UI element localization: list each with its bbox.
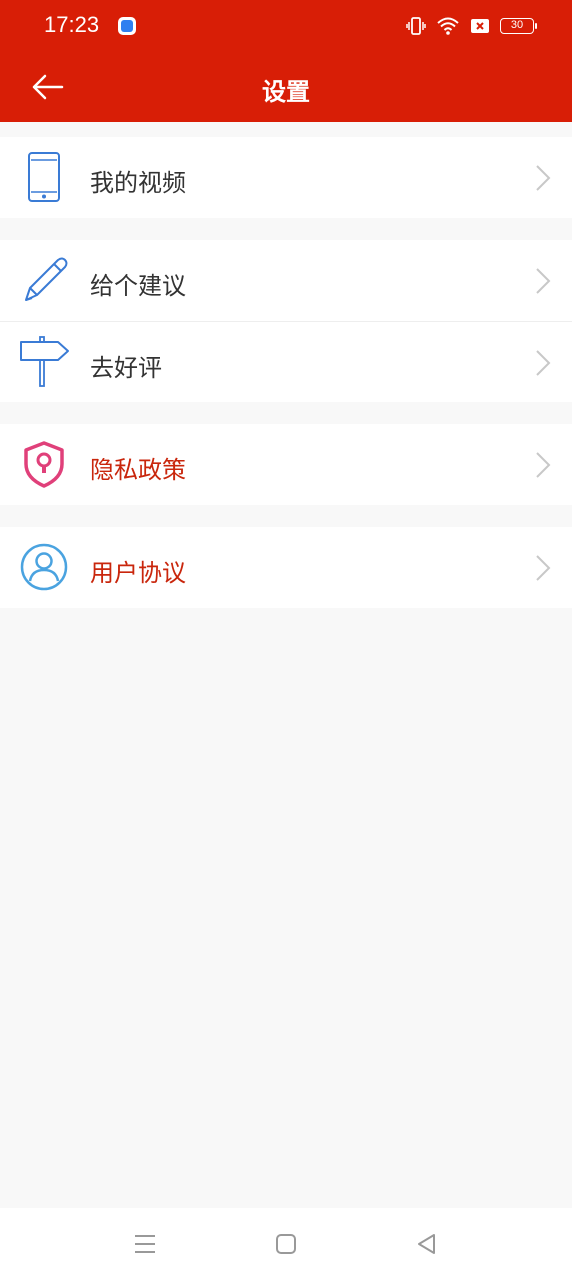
home-icon[interactable] <box>272 1230 300 1258</box>
notification-app-icon <box>118 17 136 35</box>
menu-icon[interactable] <box>131 1230 159 1258</box>
app-bar: 设置 <box>0 52 572 122</box>
settings-item-label: 隐私政策 <box>90 456 186 484</box>
settings-item-label: 我的视频 <box>90 169 186 197</box>
settings-group-feedback: 给个建议 去好评 <box>0 240 572 402</box>
sim-blocked-icon <box>471 19 489 33</box>
chevron-right-icon <box>536 452 551 478</box>
chevron-right-icon <box>536 555 551 581</box>
pen-icon <box>18 254 70 306</box>
back-triangle-icon[interactable] <box>413 1230 441 1258</box>
chevron-right-icon <box>536 268 551 294</box>
settings-item-rate-app[interactable]: 去好评 <box>0 321 572 402</box>
page-title: 设置 <box>262 78 310 106</box>
settings-item-privacy-policy[interactable]: 隐私政策 <box>0 424 572 505</box>
chevron-right-icon <box>536 350 551 376</box>
settings-group-videos: 我的视频 <box>0 137 572 218</box>
settings-group-privacy: 隐私政策 <box>0 424 572 505</box>
signpost-icon <box>18 336 70 388</box>
user-icon <box>18 541 70 593</box>
system-navigation-bar <box>0 1208 572 1280</box>
status-bar: 17:23 30 <box>0 0 572 52</box>
shield-lock-icon <box>18 438 70 490</box>
settings-item-give-suggestion[interactable]: 给个建议 <box>0 240 572 321</box>
settings-item-label: 去好评 <box>90 354 162 382</box>
status-time: 17:23 <box>44 12 100 37</box>
settings-list: 我的视频 给个建议 去好评 隐私政策 用户协议 <box>0 122 572 608</box>
status-icons: 30 <box>406 14 537 38</box>
vibrate-icon <box>406 17 426 35</box>
phone-icon <box>18 151 70 203</box>
settings-item-my-videos[interactable]: 我的视频 <box>0 137 572 218</box>
settings-item-user-agreement[interactable]: 用户协议 <box>0 527 572 608</box>
battery-indicator: 30 <box>500 18 537 34</box>
settings-item-label: 给个建议 <box>90 272 186 300</box>
settings-item-label: 用户协议 <box>90 559 186 587</box>
settings-group-agreement: 用户协议 <box>0 527 572 608</box>
wifi-icon <box>437 17 459 35</box>
chevron-right-icon <box>536 165 551 191</box>
